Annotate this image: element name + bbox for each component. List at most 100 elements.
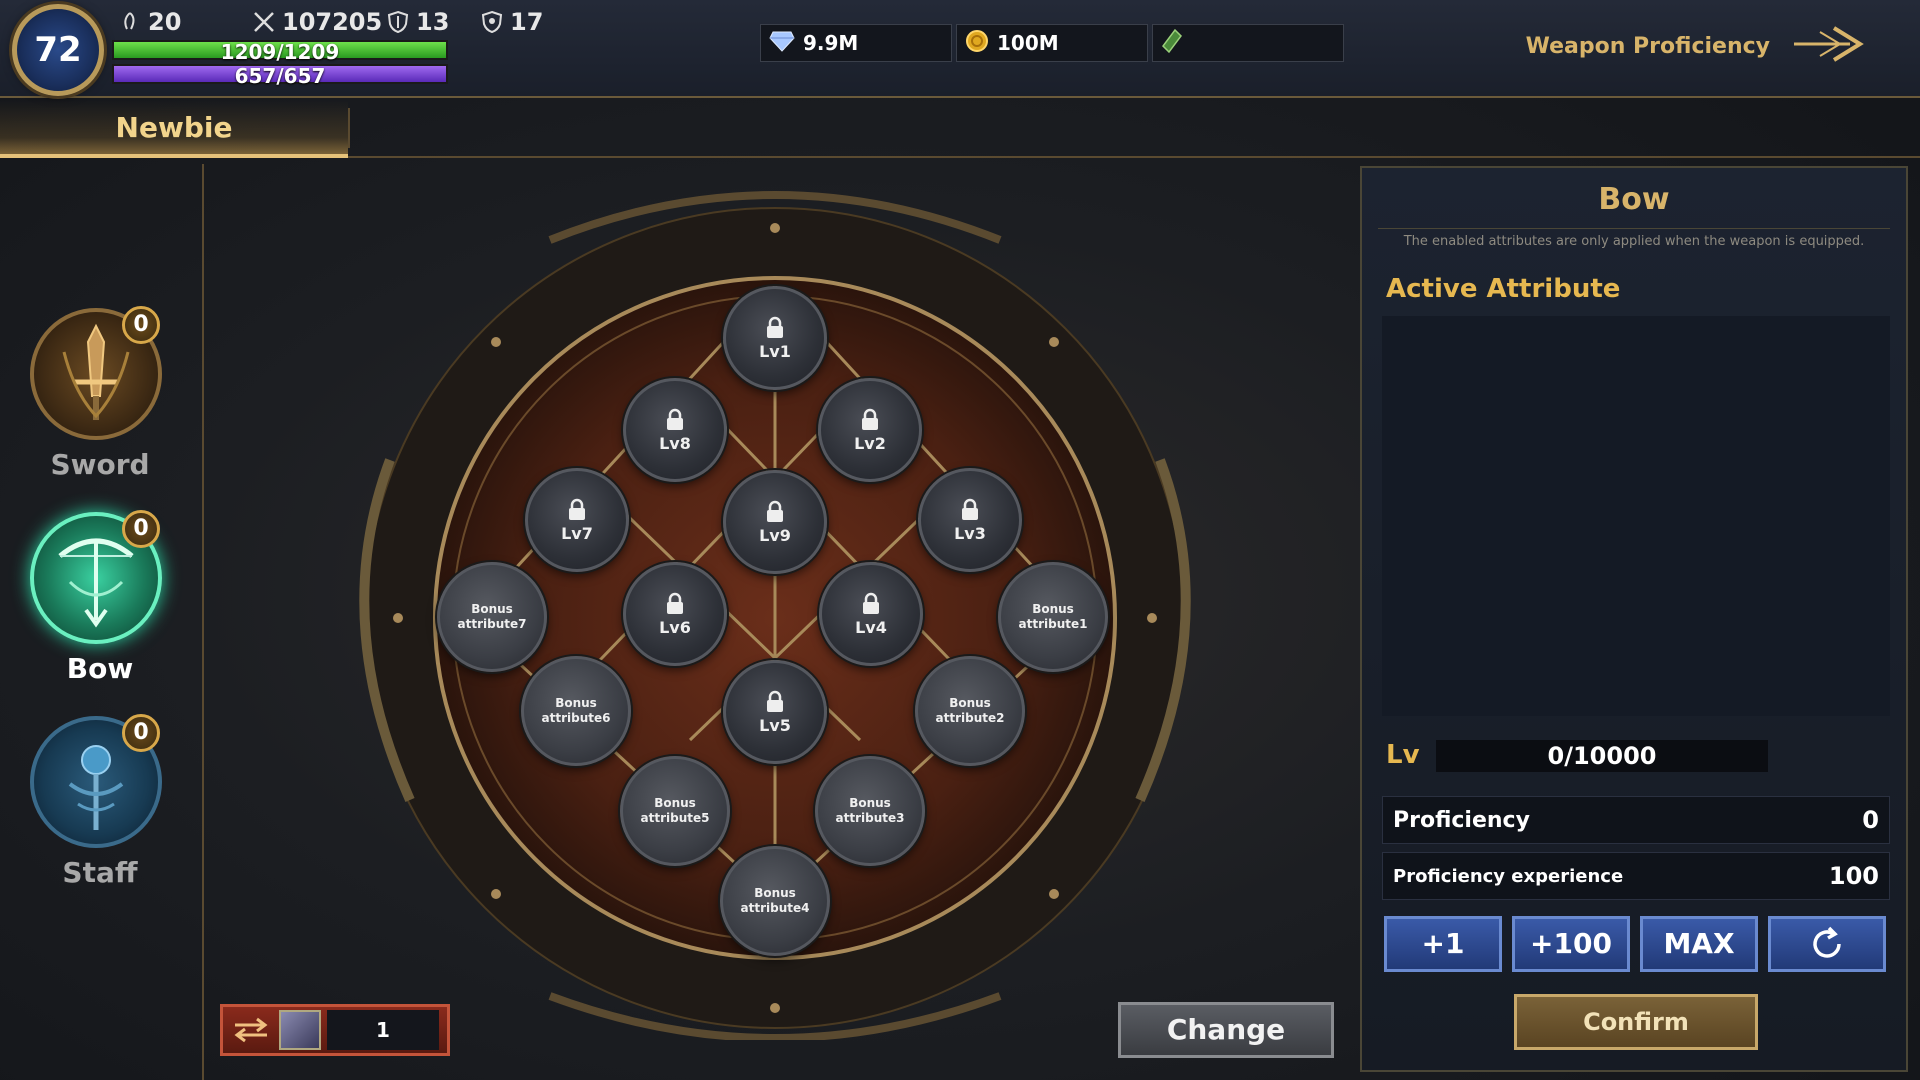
bonus-word: Bonus bbox=[1032, 602, 1074, 616]
defense-value: 13 bbox=[416, 8, 450, 36]
bow-badge: 0 bbox=[122, 510, 160, 548]
bonus-word: Bonus bbox=[471, 602, 513, 616]
node-label: Lv1 bbox=[759, 341, 791, 361]
weapon-staff[interactable]: 0 Staff bbox=[26, 714, 174, 896]
confirm-button[interactable]: Confirm bbox=[1514, 994, 1758, 1050]
node-label: Lv8 bbox=[659, 433, 691, 453]
swap-arrows-icon bbox=[223, 1007, 279, 1053]
sword-badge: 0 bbox=[122, 306, 160, 344]
bonus-word: Bonus bbox=[654, 796, 696, 810]
hp-text: 1209/1209 bbox=[220, 40, 340, 64]
bonus-attr: attribute7 bbox=[457, 617, 527, 631]
top-bar: 72 20 107205 13 17 1209/1209 657/657 9.9… bbox=[0, 0, 1920, 98]
crystal-currency[interactable] bbox=[1152, 24, 1344, 62]
tab-newbie[interactable]: Newbie bbox=[0, 100, 348, 158]
panel-title: Bow bbox=[1598, 182, 1670, 217]
reset-button[interactable] bbox=[1768, 916, 1886, 972]
node-lv4[interactable]: Lv4 bbox=[819, 562, 923, 666]
item-count: 1 bbox=[327, 1010, 439, 1050]
tab-row: Newbie bbox=[0, 100, 1920, 158]
stat-a: 20 bbox=[118, 8, 181, 36]
node-label: Lv9 bbox=[759, 525, 791, 545]
node-label: Lv2 bbox=[854, 433, 886, 453]
lock-icon bbox=[767, 316, 783, 338]
node-bonus-attribute6[interactable]: Bonus attribute6 bbox=[521, 656, 631, 766]
panel-divider bbox=[1378, 228, 1890, 229]
feather-icon bbox=[118, 10, 142, 34]
lock-icon bbox=[767, 690, 783, 712]
weapon-sword[interactable]: 0 Sword bbox=[26, 306, 174, 488]
reset-item-slot[interactable]: 1 bbox=[220, 1004, 450, 1056]
proficiency-row: Proficiency 0 bbox=[1382, 796, 1890, 844]
back-arrow-icon[interactable] bbox=[1790, 22, 1870, 66]
bonus-word: Bonus bbox=[849, 796, 891, 810]
node-lv9[interactable]: Lv9 bbox=[723, 470, 827, 574]
crossed-swords-icon bbox=[252, 10, 276, 34]
plus-1-button[interactable]: +1 bbox=[1384, 916, 1502, 972]
node-bonus-attribute4[interactable]: Bonus attribute4 bbox=[720, 846, 830, 956]
page-title: Weapon Proficiency bbox=[1525, 34, 1770, 59]
node-lv7[interactable]: Lv7 bbox=[525, 468, 629, 572]
node-label: Lv5 bbox=[759, 715, 791, 735]
proficiency-tree: Lv1 Lv2 Lv3 Lv4 Lv5 Lv6 Lv7 Lv8 Lv9 Bonu… bbox=[270, 160, 1280, 1040]
node-lv6[interactable]: Lv6 bbox=[623, 562, 727, 666]
tab-separator bbox=[348, 108, 350, 148]
max-button[interactable]: MAX bbox=[1640, 916, 1758, 972]
node-bonus-attribute5[interactable]: Bonus attribute5 bbox=[620, 756, 730, 866]
bonus-attr: attribute5 bbox=[640, 811, 710, 825]
staff-badge: 0 bbox=[122, 714, 160, 752]
node-lv2[interactable]: Lv2 bbox=[818, 378, 922, 482]
exp-value: 100 bbox=[1828, 862, 1879, 890]
node-label: Lv7 bbox=[561, 523, 593, 543]
plus-100-button[interactable]: +100 bbox=[1512, 916, 1630, 972]
resist-value: 17 bbox=[510, 8, 544, 36]
shield-cross-icon bbox=[480, 10, 504, 34]
proficiency-value: 0 bbox=[1862, 806, 1879, 834]
bonus-attr: attribute4 bbox=[740, 901, 810, 915]
bow-label: Bow bbox=[66, 652, 134, 685]
node-label: Lv3 bbox=[954, 523, 986, 543]
node-lv8[interactable]: Lv8 bbox=[623, 378, 727, 482]
node-bonus-attribute2[interactable]: Bonus attribute2 bbox=[915, 656, 1025, 766]
node-lv1[interactable]: Lv1 bbox=[723, 286, 827, 390]
gold-value: 100M bbox=[997, 31, 1059, 55]
green-crystal-icon bbox=[1161, 28, 1183, 59]
change-button[interactable]: Change bbox=[1118, 1002, 1334, 1058]
staff-label: Staff bbox=[62, 856, 138, 889]
diamond-currency[interactable]: 9.9M bbox=[760, 24, 952, 62]
lock-icon bbox=[862, 408, 878, 430]
mp-text: 657/657 bbox=[234, 64, 326, 88]
scroll-item-icon bbox=[279, 1010, 321, 1050]
exp-label: Proficiency experience bbox=[1393, 865, 1624, 887]
lock-icon bbox=[667, 408, 683, 430]
bonus-attr: attribute3 bbox=[835, 811, 905, 825]
hp-bar: 1209/1209 bbox=[112, 40, 448, 64]
node-label: Lv4 bbox=[855, 617, 887, 637]
stat-a-value: 20 bbox=[148, 8, 182, 36]
bonus-word: Bonus bbox=[754, 886, 796, 900]
player-level: 72 bbox=[34, 30, 82, 70]
gold-coin-icon bbox=[965, 29, 989, 58]
node-bonus-attribute7[interactable]: Bonus attribute7 bbox=[437, 562, 547, 672]
lock-icon bbox=[962, 498, 978, 520]
node-lv5[interactable]: Lv5 bbox=[723, 660, 827, 764]
lock-icon bbox=[767, 500, 783, 522]
lock-icon bbox=[569, 498, 585, 520]
active-attribute-title: Active Attribute bbox=[1386, 274, 1621, 304]
mp-bar: 657/657 bbox=[112, 64, 448, 88]
power-value: 107205 bbox=[282, 8, 383, 36]
lock-icon bbox=[667, 592, 683, 614]
node-bonus-attribute1[interactable]: Bonus attribute1 bbox=[998, 562, 1108, 672]
active-attribute-list bbox=[1382, 316, 1890, 716]
bonus-attr: attribute6 bbox=[541, 711, 611, 725]
gold-currency[interactable]: 100M bbox=[956, 24, 1148, 62]
bonus-attr: attribute1 bbox=[1018, 617, 1088, 631]
panel-note: The enabled attributes are only applied … bbox=[1403, 234, 1865, 249]
weapon-bow[interactable]: 0 Bow bbox=[26, 510, 174, 692]
node-label: Lv6 bbox=[659, 617, 691, 637]
node-bonus-attribute3[interactable]: Bonus attribute3 bbox=[815, 756, 925, 866]
player-level-badge[interactable]: 72 bbox=[12, 4, 104, 96]
lock-icon bbox=[863, 592, 879, 614]
sword-label: Sword bbox=[50, 448, 150, 481]
node-lv3[interactable]: Lv3 bbox=[918, 468, 1022, 572]
